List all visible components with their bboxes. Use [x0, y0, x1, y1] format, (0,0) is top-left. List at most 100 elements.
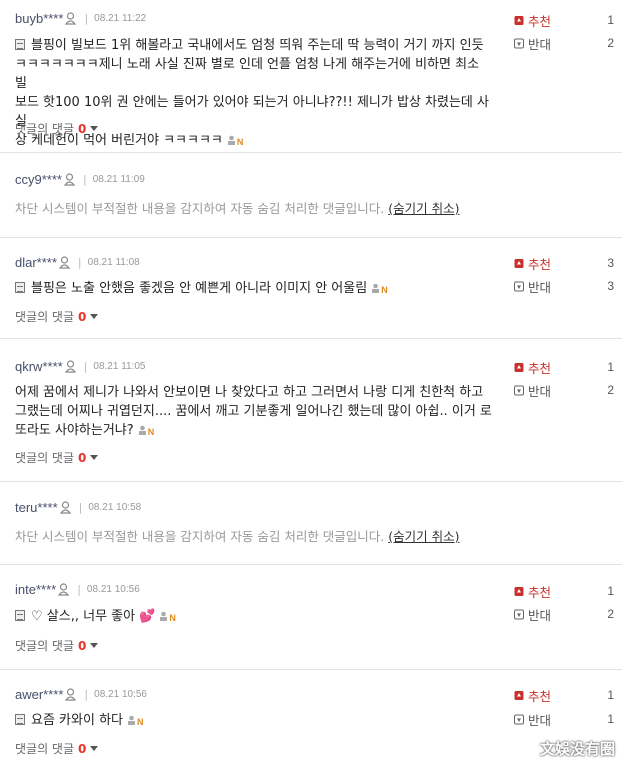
comment-meta: qkrw**** | 08.21 11:05 [15, 358, 146, 374]
mobile-badge-icon: N [169, 613, 176, 623]
upvote-button[interactable]: 추천 1 [514, 686, 624, 704]
person-icon [63, 172, 75, 186]
username[interactable]: dlar**** [15, 255, 57, 270]
reply-toggle[interactable]: 댓글의 댓글 0 [15, 308, 99, 325]
timestamp: 08.21 10:56 [94, 688, 147, 700]
comment-meta: dlar**** | 08.21 11:08 [15, 254, 140, 270]
timestamp: 08.21 11:08 [87, 256, 140, 268]
comment-meta: inte**** | 08.21 10:56 [15, 581, 140, 597]
reply-toggle[interactable]: 댓글의 댓글 0 [15, 120, 99, 137]
reply-count: 0 [78, 741, 87, 756]
upvote-count: 3 [607, 256, 614, 270]
username[interactable]: buyb**** [15, 11, 63, 26]
thumb-down-icon [514, 281, 524, 291]
comment-line: 블핑은 노출 안했음 좋겠음 안 예쁜게 아니라 이미지 안 어울림 N [15, 279, 493, 300]
reply-toggle[interactable]: 댓글의 댓글 0 [15, 740, 99, 757]
person-icon [227, 135, 235, 145]
mobile-badge-icon: N [137, 717, 144, 727]
comment-meta: teru**** | 08.21 10:58 [15, 499, 142, 515]
username[interactable]: awer**** [15, 687, 63, 702]
upvote-button[interactable]: 추천 3 [514, 254, 624, 272]
comment-item: awer**** | 08.21 10:56 요즘 카와이 하다 N 댓글의 댓글… [0, 670, 622, 767]
comment-line: 또라도 사야하는거냐? N [15, 421, 493, 442]
upvote-button[interactable]: 추천 1 [514, 358, 624, 376]
upvote-count: 1 [607, 13, 614, 27]
timestamp: 08.21 10:56 [86, 583, 140, 595]
comment-meta: buyb**** | 08.21 11:22 [15, 10, 147, 26]
downvote-button[interactable]: 반대 2 [514, 34, 624, 52]
comment-item: inte**** | 08.21 10:56 ♡ 살스,, 너무 좋아 💕 N 댓… [0, 565, 622, 670]
downvote-count: 2 [607, 607, 614, 621]
chevron-down-icon [90, 126, 99, 131]
thumb-down-icon [514, 38, 524, 48]
doc-icon [15, 610, 25, 621]
downvote-button[interactable]: 반대 2 [514, 381, 624, 399]
timestamp: 08.21 11:22 [94, 12, 147, 24]
username[interactable]: qkrw**** [15, 359, 63, 374]
comment-line: 블핑이 빌보드 1위 해볼라고 국내에서도 엄청 띄워 주는데 딱 능력이 거기… [15, 36, 493, 55]
comment-meta: awer**** | 08.21 10:56 [15, 686, 147, 702]
username[interactable]: teru**** [15, 500, 58, 515]
chevron-down-icon [90, 643, 99, 648]
doc-icon [15, 282, 25, 293]
downvote-count: 1 [607, 712, 614, 726]
person-icon [58, 255, 70, 269]
thumb-up-icon [514, 258, 524, 268]
upvote-count: 1 [607, 360, 614, 374]
comment-line: 어제 꿈에서 제니가 나와서 안보이면 나 찾았다고 하고 그러면서 나랑 디게… [15, 385, 484, 400]
timestamp: 08.21 11:05 [93, 360, 146, 372]
thumb-up-icon [514, 15, 524, 25]
thumb-down-icon [514, 385, 524, 395]
comment-item: dlar**** | 08.21 11:08 블핑은 노출 안했음 좋겠음 안 … [0, 238, 622, 339]
person-icon [160, 611, 168, 621]
upvote-count: 1 [607, 688, 614, 702]
thumb-up-icon [514, 690, 524, 700]
comment-body: 어제 꿈에서 제니가 나와서 안보이면 나 찾았다고 하고 그러면서 나랑 디게… [15, 383, 493, 442]
person-icon [65, 687, 77, 701]
unhide-link[interactable]: (숨기기 취소) [388, 201, 459, 216]
username[interactable]: ccy9**** [15, 172, 62, 187]
comment-line: ㅋㅋㅋㅋㅋㅋㅋ제니 노래 사실 진짜 별로 인데 언플 엄청 나게 해주는거에 … [15, 57, 480, 91]
person-icon [64, 359, 76, 373]
timestamp: 08.21 10:58 [88, 501, 142, 513]
thumb-up-icon [514, 586, 524, 596]
chevron-down-icon [90, 455, 99, 460]
comment-item: ccy9**** | 08.21 11:09 차단 시스템이 부적절한 내용을 … [0, 153, 622, 238]
person-icon [372, 283, 380, 293]
comment-line: 그랬는데 어찌나 귀엽던지.... 꿈에서 깨고 기분좋게 일어나긴 했는데 많… [15, 404, 492, 419]
doc-icon [15, 714, 25, 725]
comment-body: ♡ 살스,, 너무 좋아 💕 N [15, 607, 493, 628]
comment-item: qkrw**** | 08.21 11:05 어제 꿈에서 제니가 나와서 안보… [0, 339, 622, 482]
comment-body: 요즘 카와이 하다 N [15, 711, 493, 732]
reply-toggle[interactable]: 댓글의 댓글 0 [15, 637, 99, 654]
downvote-button[interactable]: 반대 3 [514, 277, 624, 295]
mobile-badge-icon: N [381, 285, 388, 295]
thumb-up-icon [514, 362, 524, 372]
comment-item: teru**** | 08.21 10:58 차단 시스템이 부적절한 내용을 … [0, 482, 622, 565]
timestamp: 08.21 11:09 [92, 173, 145, 185]
downvote-count: 2 [607, 383, 614, 397]
thumb-down-icon [514, 609, 524, 619]
reply-count: 0 [78, 638, 87, 653]
username[interactable]: inte**** [15, 582, 56, 597]
comment-line: ♡ 살스,, 너무 좋아 💕 N [15, 607, 493, 628]
upvote-button[interactable]: 추천 1 [514, 11, 624, 29]
downvote-button[interactable]: 반대 2 [514, 605, 624, 623]
unhide-link[interactable]: (숨기기 취소) [388, 529, 459, 544]
hidden-comment-notice: 차단 시스템이 부적절한 내용을 감지하여 자동 숨김 처리한 댓글입니다. (숨… [15, 529, 460, 544]
downvote-button[interactable]: 반대 1 [514, 710, 624, 728]
doc-icon [15, 39, 25, 50]
person-icon [59, 500, 71, 514]
person-icon [128, 715, 135, 725]
person-icon [65, 11, 77, 25]
thumb-down-icon [514, 714, 524, 724]
upvote-button[interactable]: 추천 1 [514, 582, 624, 600]
reply-count: 0 [78, 121, 87, 136]
reply-toggle[interactable]: 댓글의 댓글 0 [15, 449, 99, 466]
person-icon [138, 425, 146, 435]
watermark: 文娛没有圈 [540, 740, 616, 758]
comment-line: 요즘 카와이 하다 N [15, 711, 493, 732]
person-icon [58, 582, 70, 596]
reply-count: 0 [78, 450, 87, 465]
mobile-badge-icon: N [147, 427, 155, 437]
